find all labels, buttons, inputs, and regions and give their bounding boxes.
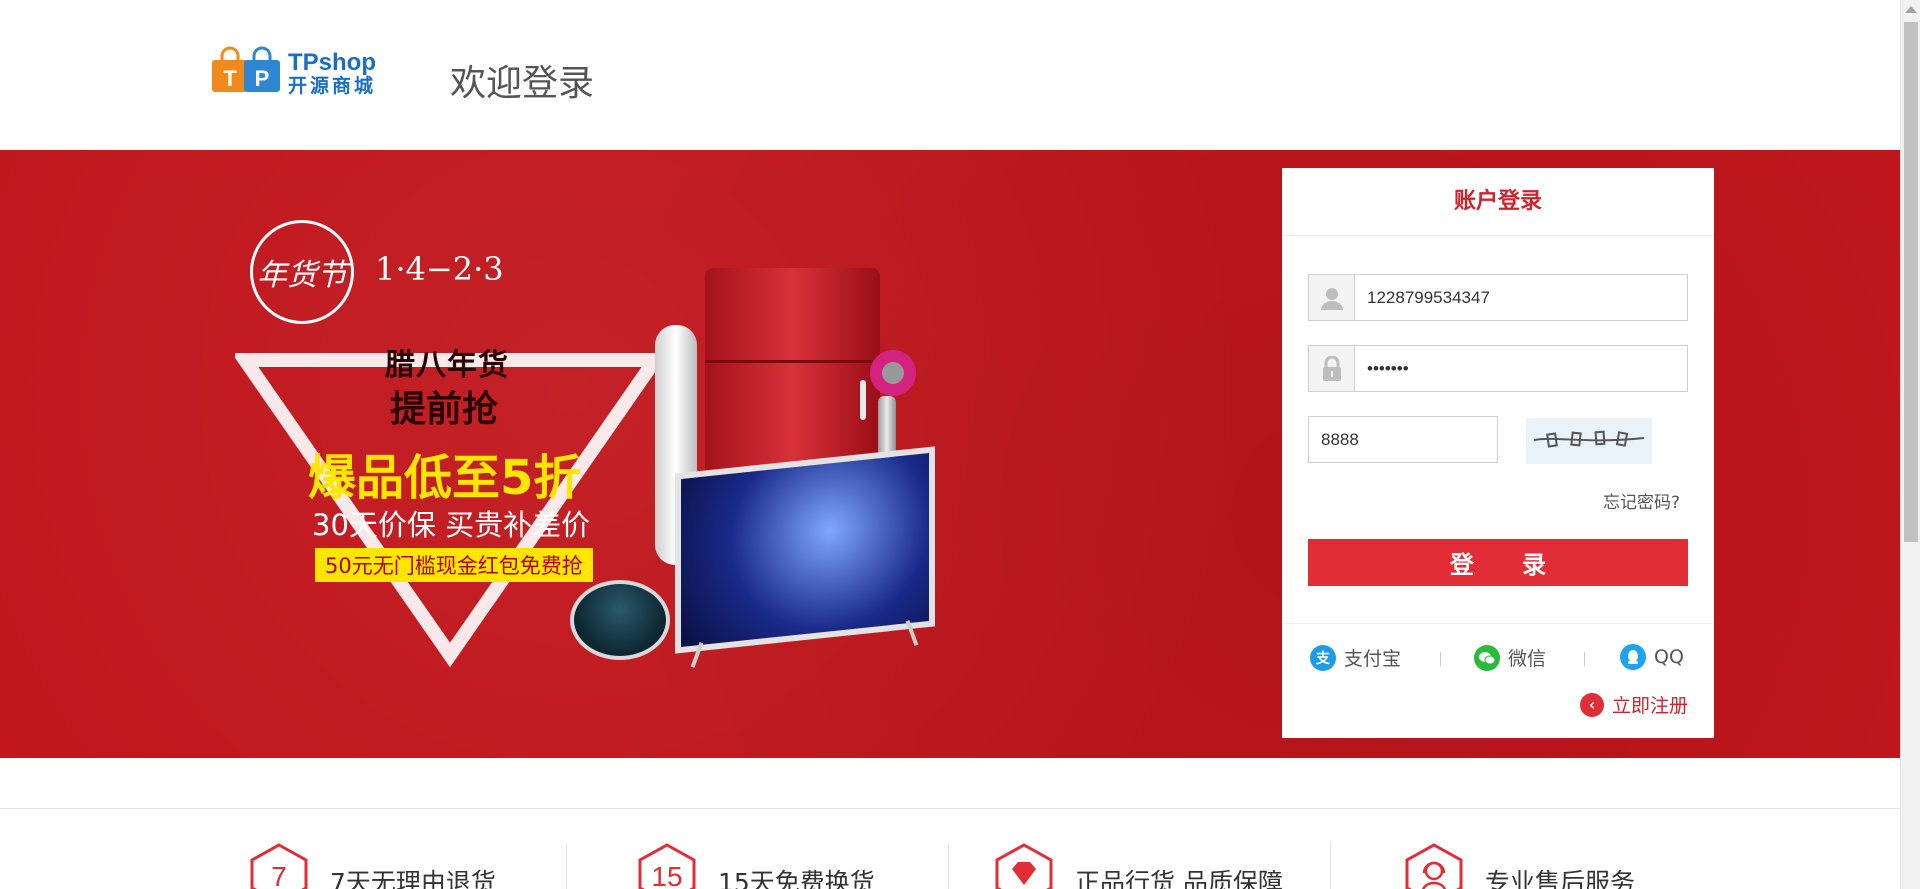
service-item-genuine: 正品行货 品质保障	[993, 843, 1283, 889]
service-item-return: 7 7天无理由退货	[248, 843, 496, 889]
qq-label: QQ	[1654, 646, 1684, 668]
third-party-separator	[1440, 652, 1441, 666]
register-label: 立即注册	[1611, 695, 1688, 717]
logo-english-text: TPshop	[288, 49, 376, 76]
services-divider	[0, 808, 1900, 809]
login-button[interactable]: 登 录	[1308, 539, 1688, 586]
login-panel: 账户登录 忘记密码? 登 录	[1282, 168, 1714, 738]
refrigerator-image	[705, 268, 880, 478]
scroll-up-icon[interactable]	[1905, 6, 1917, 13]
alipay-label: 支付宝	[1344, 648, 1402, 670]
qq-icon	[1620, 644, 1646, 670]
svg-text:T: T	[223, 66, 237, 91]
alipay-icon: 支	[1310, 644, 1336, 671]
shopping-bag-logo-icon: T P	[212, 46, 280, 92]
wechat-label: 微信	[1508, 648, 1547, 670]
promo-price-guarantee: 30天价保 买贵补差价	[312, 508, 591, 542]
service-label: 正品行货 品质保障	[1075, 868, 1283, 889]
qq-login-link[interactable]: QQ	[1620, 644, 1684, 670]
username-field[interactable]	[1308, 274, 1688, 321]
captcha-code-icon	[1533, 430, 1645, 448]
promo-coupon-tag: 50元无门槛现金红包免费抢	[315, 548, 593, 582]
service-separator	[566, 843, 567, 889]
service-label: 专业售后服务	[1485, 868, 1636, 889]
chevron-left-icon: ‹	[1579, 692, 1604, 717]
promo-headline-2: 提前抢	[390, 388, 499, 429]
refrigerator-door-split	[705, 360, 880, 363]
television-image	[675, 446, 935, 654]
service-item-aftersale: 专业售后服务	[1403, 843, 1635, 889]
third-party-separator	[1584, 652, 1585, 666]
hexagon-15-icon: 15	[636, 843, 698, 889]
diamond-icon	[993, 843, 1055, 889]
user-icon	[1309, 275, 1355, 320]
captcha-image[interactable]	[1526, 418, 1652, 464]
alipay-login-link[interactable]: 支 支付宝	[1310, 644, 1401, 671]
login-title: 账户登录	[1282, 168, 1714, 236]
service-item-exchange: 15 15天免费换货	[636, 843, 875, 889]
login-divider	[1282, 623, 1714, 624]
password-input[interactable]	[1355, 346, 1687, 391]
promo-headline-1: 腊八年货	[385, 349, 509, 382]
svg-text:P: P	[255, 66, 270, 91]
register-link[interactable]: ‹ 立即注册	[1579, 691, 1688, 718]
lock-icon	[1309, 346, 1355, 391]
hair-dryer-image	[870, 350, 916, 396]
page-header: T P TPshop 开源商城 欢迎登录	[0, 0, 1900, 150]
service-separator	[948, 843, 949, 889]
service-label: 15天免费换货	[718, 868, 875, 889]
wechat-icon	[1474, 644, 1500, 671]
captcha-input[interactable]	[1308, 416, 1498, 463]
wechat-login-link[interactable]: 微信	[1474, 644, 1546, 671]
robot-vacuum-image	[570, 580, 670, 660]
hexagon-7-icon: 7	[248, 843, 310, 889]
customer-service-icon	[1403, 843, 1465, 889]
scroll-thumb[interactable]	[1904, 22, 1918, 542]
promo-discount: 爆品低至5折	[308, 450, 582, 506]
promo-dates: 1·4−2·3	[375, 250, 504, 288]
service-label: 7天无理由退货	[330, 868, 496, 889]
page-title: 欢迎登录	[450, 63, 595, 104]
password-field[interactable]	[1308, 345, 1688, 392]
vertical-scrollbar[interactable]	[1900, 0, 1920, 889]
new-year-festival-seal: 年货节	[250, 220, 354, 324]
forgot-password-link[interactable]: 忘记密码?	[1603, 488, 1680, 513]
site-logo[interactable]: T P TPshop 开源商城	[210, 46, 390, 98]
promo-image[interactable]: 年货节 1·4−2·3 腊八年货 提前抢 爆品低至5折 30天价保 买贵补差价 …	[230, 210, 970, 750]
logo-chinese-text: 开源商城	[288, 76, 377, 97]
refrigerator-handle	[860, 380, 866, 420]
service-separator	[1330, 843, 1331, 889]
username-input[interactable]	[1355, 275, 1687, 320]
